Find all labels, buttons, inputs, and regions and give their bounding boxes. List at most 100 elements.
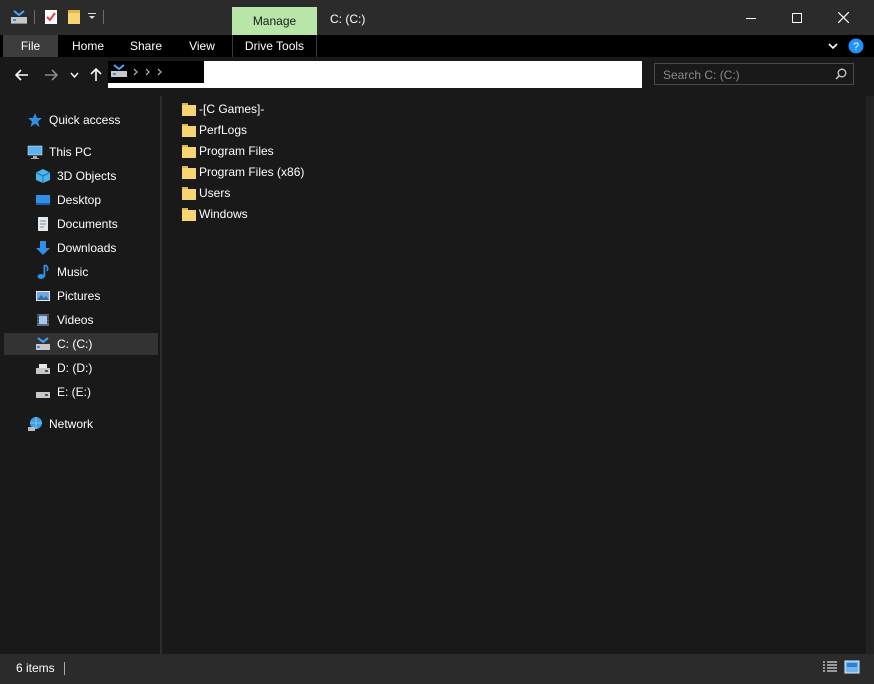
help-button[interactable]: ? [847, 35, 865, 57]
nav-desktop[interactable]: Desktop [35, 189, 101, 211]
tab-view[interactable]: View [178, 35, 226, 57]
nav-label: E: (E:) [57, 385, 92, 399]
forward-button[interactable] [42, 66, 60, 84]
file-name: PerfLogs [199, 123, 248, 137]
up-arrow-icon [90, 68, 102, 81]
drive-icon [111, 64, 127, 77]
nav-pictures[interactable]: Pictures [35, 285, 100, 307]
window-border [866, 96, 874, 684]
computer-icon [27, 144, 43, 160]
details-view-icon [823, 661, 837, 672]
breadcrumb-chevrons-icon [133, 68, 162, 76]
close-icon [837, 12, 849, 23]
address-breadcrumb[interactable] [108, 61, 204, 83]
nav-label: D: (D:) [57, 361, 93, 375]
download-arrow-icon [35, 240, 51, 256]
expand-ribbon-button[interactable] [825, 35, 841, 57]
list-item[interactable]: Users [182, 183, 230, 203]
nav-videos[interactable]: Videos [35, 309, 93, 331]
nav-label: Desktop [57, 193, 102, 207]
tab-drive-tools[interactable]: Drive Tools [232, 35, 317, 57]
list-item[interactable]: Program Files [182, 141, 274, 161]
details-view-button[interactable] [822, 660, 838, 674]
list-item[interactable]: -[C Games]- [182, 99, 264, 119]
music-note-icon [35, 264, 51, 280]
network-icon [27, 416, 43, 432]
folder-icon [182, 123, 196, 137]
back-button[interactable] [13, 66, 31, 84]
nav-this-pc[interactable]: This PC [27, 141, 92, 163]
list-item[interactable]: Program Files (x86) [182, 162, 304, 182]
nav-label: Documents [57, 217, 118, 231]
star-icon [27, 112, 43, 128]
nav-label: Downloads [57, 241, 117, 255]
svg-text:?: ? [853, 41, 859, 53]
close-button[interactable] [820, 0, 866, 35]
tab-share[interactable]: Share [120, 35, 172, 57]
folder-icon [182, 165, 196, 179]
nav-label: Music [57, 265, 89, 279]
nav-drive-c[interactable]: C: (C:) [4, 333, 158, 355]
drive-icon [35, 384, 51, 400]
tab-home[interactable]: Home [62, 35, 114, 57]
maximize-button[interactable] [774, 0, 820, 35]
nav-quick-access[interactable]: Quick access [27, 109, 120, 131]
chevron-down-icon [69, 72, 79, 78]
qa-separator [34, 10, 35, 24]
qa-separator [103, 10, 104, 24]
maximize-icon [792, 12, 802, 23]
up-button[interactable] [87, 66, 105, 84]
cube-icon [35, 168, 51, 184]
nav-music[interactable]: Music [35, 261, 88, 283]
status-bar: 6 items [0, 654, 874, 684]
window-title: C: (C:) [330, 12, 366, 26]
folder-icon [182, 144, 196, 158]
folder-icon [182, 207, 196, 221]
list-item[interactable]: PerfLogs [182, 120, 247, 140]
nav-downloads[interactable]: Downloads [35, 237, 116, 259]
file-name: -[C Games]- [199, 102, 265, 116]
properties-icon[interactable] [43, 8, 59, 26]
drive-icon [35, 360, 51, 376]
large-icons-view-button[interactable] [844, 660, 860, 674]
search-box[interactable]: Search C: (C:) [654, 63, 854, 85]
back-arrow-icon [15, 69, 28, 81]
minimize-icon [746, 17, 756, 19]
help-icon: ? [848, 38, 864, 54]
status-divider [64, 662, 65, 675]
folder-icon [182, 102, 196, 116]
tab-manage[interactable]: Manage [232, 7, 317, 35]
title-bar: Manage C: (C:) [0, 0, 874, 35]
file-name: Windows [199, 207, 248, 221]
file-name: Program Files (x86) [199, 165, 305, 179]
customize-qa-dropdown-icon[interactable] [86, 8, 98, 26]
document-icon [35, 216, 51, 232]
item-count: 6 items [16, 661, 55, 675]
file-name: Users [199, 186, 231, 200]
search-input[interactable]: Search C: (C:) [663, 68, 740, 82]
nav-network[interactable]: Network [27, 413, 93, 435]
drive-icon [35, 336, 51, 352]
file-list: -[C Games]- PerfLogs Program Files Progr… [162, 96, 866, 654]
chevron-down-icon [828, 43, 838, 50]
large-icons-view-icon [844, 660, 860, 674]
minimize-button[interactable] [728, 0, 774, 35]
nav-label: Pictures [57, 289, 101, 303]
nav-3d-objects[interactable]: 3D Objects [35, 165, 116, 187]
drive-icon[interactable] [10, 8, 28, 26]
list-item[interactable]: Windows [182, 204, 248, 224]
nav-label: Network [49, 417, 94, 431]
nav-label: Videos [57, 313, 94, 327]
nav-drive-e[interactable]: E: (E:) [35, 381, 91, 403]
new-folder-icon[interactable] [66, 8, 82, 26]
nav-documents[interactable]: Documents [35, 213, 118, 235]
recent-locations-button[interactable] [67, 66, 81, 84]
navigation-pane: Quick access This PC 3D Objects Desktop … [3, 96, 160, 654]
ribbon-tabs: File Home Share View Drive Tools ? [0, 35, 874, 57]
video-icon [35, 312, 51, 328]
desktop-icon [35, 192, 51, 208]
tab-file[interactable]: File [3, 35, 58, 57]
file-name: Program Files [199, 144, 274, 158]
search-icon [835, 68, 847, 80]
nav-drive-d[interactable]: D: (D:) [35, 357, 92, 379]
